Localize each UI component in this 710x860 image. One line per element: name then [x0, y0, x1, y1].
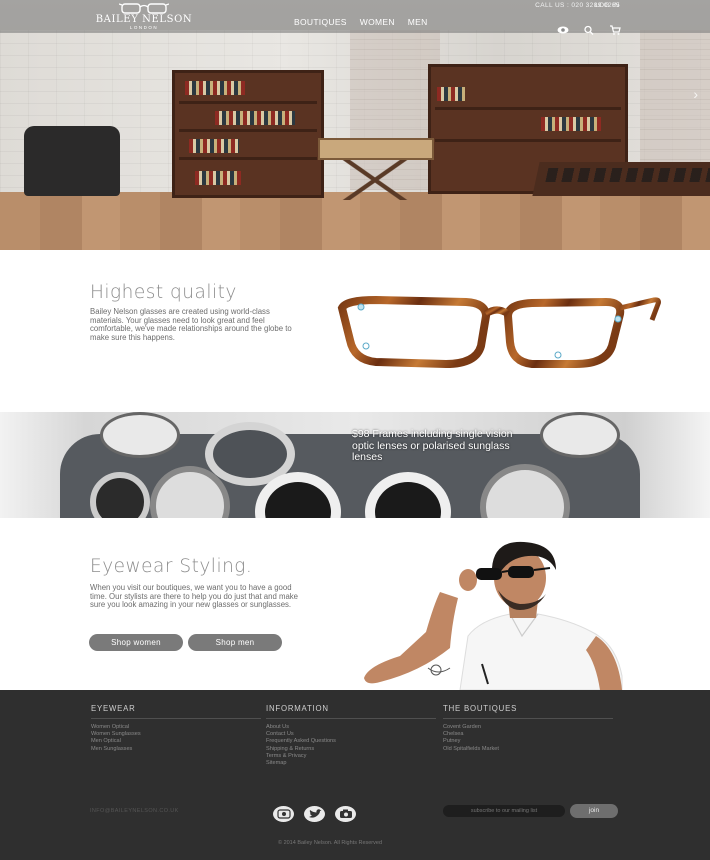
hero-display-table	[532, 162, 710, 196]
login-link[interactable]: LOG IN	[595, 2, 619, 9]
footer-link[interactable]: Old Spitalfields Market	[443, 746, 613, 753]
quality-body: Bailey Nelson glasses are created using …	[90, 307, 292, 343]
header-icons	[557, 22, 621, 36]
shop-women-button[interactable]: Shop women	[89, 634, 183, 651]
brand-city: LONDON	[129, 25, 159, 30]
site-footer: EYEWEAR Women Optical Women Sunglasses M…	[0, 690, 710, 860]
social-links	[273, 806, 356, 822]
hero-floor	[0, 192, 710, 250]
brand-name: BAILEY NELSON	[95, 14, 193, 25]
copyright-text: © 2014 Bailey Nelson. All Rights Reserve…	[277, 840, 383, 846]
footer-link[interactable]: Covent Garden	[443, 724, 613, 731]
hero-trunk	[318, 138, 434, 160]
footer-link[interactable]: Men Sunglasses	[91, 746, 261, 753]
twitter-icon[interactable]	[304, 806, 325, 822]
styling-section: Eyewear Styling. When you visit our bout…	[0, 518, 710, 690]
footer-link[interactable]: Terms & Privacy	[266, 753, 436, 760]
glasses-logo-icon	[119, 3, 169, 14]
hero-armchair	[24, 126, 120, 196]
footer-link[interactable]: Women Sunglasses	[91, 731, 261, 738]
footer-link[interactable]: Shipping & Returns	[266, 746, 436, 753]
shop-men-button[interactable]: Shop men	[188, 634, 282, 651]
model-photo	[364, 541, 623, 690]
footer-link[interactable]: Women Optical	[91, 724, 261, 731]
footer-email[interactable]: INFO@BAILEYNELSON.CO.UK	[90, 808, 179, 814]
cart-icon[interactable]	[609, 22, 621, 35]
footer-column-eyewear: EYEWEAR Women Optical Women Sunglasses M…	[91, 704, 261, 753]
footer-column-information: INFORMATION About Us Contact Us Frequent…	[266, 704, 436, 767]
footer-link[interactable]: Sitemap	[266, 760, 436, 767]
phoropter-dial	[540, 412, 620, 458]
footer-link[interactable]: Chelsea	[443, 731, 613, 738]
footer-link[interactable]: Frequently Asked Questions	[266, 738, 436, 745]
footer-link[interactable]: Contact Us	[266, 731, 436, 738]
footer-link[interactable]: About Us	[266, 724, 436, 731]
footer-column-boutiques: THE BOUTIQUES Covent Garden Chelsea Putn…	[443, 704, 613, 753]
eye-icon[interactable]	[557, 22, 569, 34]
footer-heading: INFORMATION	[266, 704, 436, 719]
nav-men[interactable]: MEN	[408, 17, 428, 27]
phoropter-dial	[100, 412, 180, 458]
styling-body: When you visit our boutiques, we want yo…	[90, 583, 299, 610]
search-icon[interactable]	[583, 22, 595, 36]
quality-title: Highest quality	[90, 282, 237, 303]
promo-banner: $98 Frames including single vision optic…	[0, 412, 710, 518]
brand-logo[interactable]: BAILEY NELSON LONDON	[92, 2, 196, 31]
tortoiseshell-glasses-image	[337, 295, 661, 369]
nav-women[interactable]: WOMEN	[360, 17, 395, 27]
promo-caption: $98 Frames including single vision optic…	[352, 428, 513, 463]
nav-boutiques[interactable]: BOUTIQUES	[294, 17, 347, 27]
footer-link[interactable]: Men Optical	[91, 738, 261, 745]
camera-icon[interactable]	[335, 806, 356, 822]
styling-title: Eyewear Styling.	[90, 556, 253, 577]
footer-link[interactable]: Putney	[443, 738, 613, 745]
footer-heading: THE BOUTIQUES	[443, 704, 613, 719]
quality-section: Highest quality Bailey Nelson glasses ar…	[0, 250, 710, 412]
instagram-icon[interactable]	[273, 806, 294, 822]
chevron-right-icon[interactable]: ›	[693, 86, 698, 102]
join-button[interactable]: join	[570, 804, 618, 818]
hero-bookshelf	[172, 70, 324, 198]
hero-banner: BAILEY NELSON LONDON BOUTIQUES WOMEN MEN…	[0, 0, 710, 250]
newsletter-email-input[interactable]	[443, 805, 565, 817]
footer-heading: EYEWEAR	[91, 704, 261, 719]
main-nav: BOUTIQUES WOMEN MEN	[294, 17, 428, 27]
hero-trunk-stand	[330, 160, 420, 200]
